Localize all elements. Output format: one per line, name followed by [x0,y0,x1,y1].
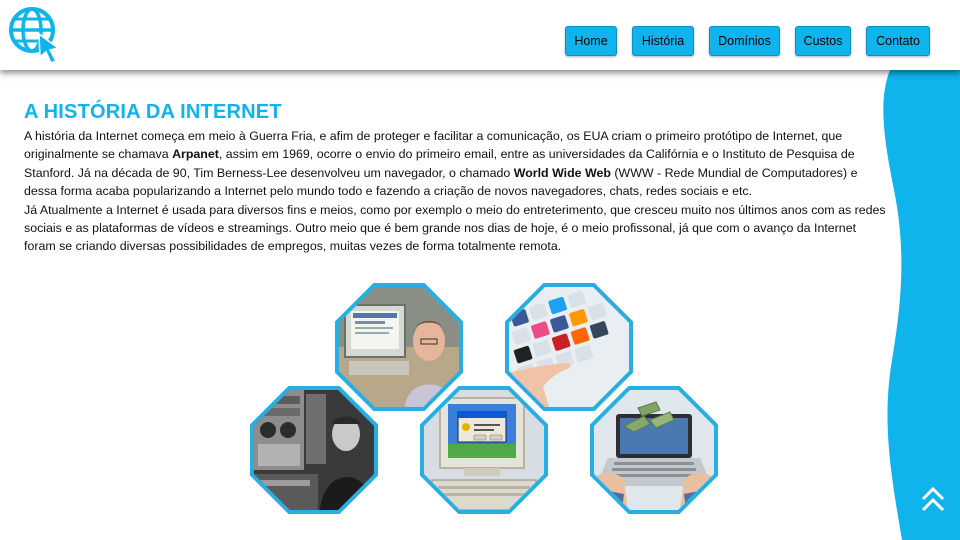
photo-laptop-money [590,386,718,514]
site-header: Home História Domínios Custos Contato [0,0,960,70]
image-gallery [250,283,720,523]
main-content: A HISTÓRIA DA INTERNET A história da Int… [24,100,886,256]
photo-social-keyboard [505,283,633,411]
globe-cursor-icon[interactable] [6,4,68,66]
nav-custos-button[interactable]: Custos [795,26,851,56]
decorative-wave [883,0,960,540]
nav-home-button[interactable]: Home [565,26,617,56]
nav-historia-button[interactable]: História [632,26,694,56]
www-term: World Wide Web [513,165,611,180]
double-chevron-up-icon[interactable] [920,486,946,514]
page-title: A HISTÓRIA DA INTERNET [24,101,282,123]
photo-retro-pc-windows [420,386,548,514]
photo-old-computer-room [250,386,378,514]
nav-contato-button[interactable]: Contato [866,26,930,56]
photo-tim-berners-lee [335,283,463,411]
arpanet-term: Arpanet [172,147,219,162]
nav-dominios-button[interactable]: Domínios [709,26,780,56]
current-use-paragraph: Já Atualmente a Internet é usada para di… [24,202,886,254]
history-paragraph: A história da Internet começa em meio à … [24,127,886,201]
